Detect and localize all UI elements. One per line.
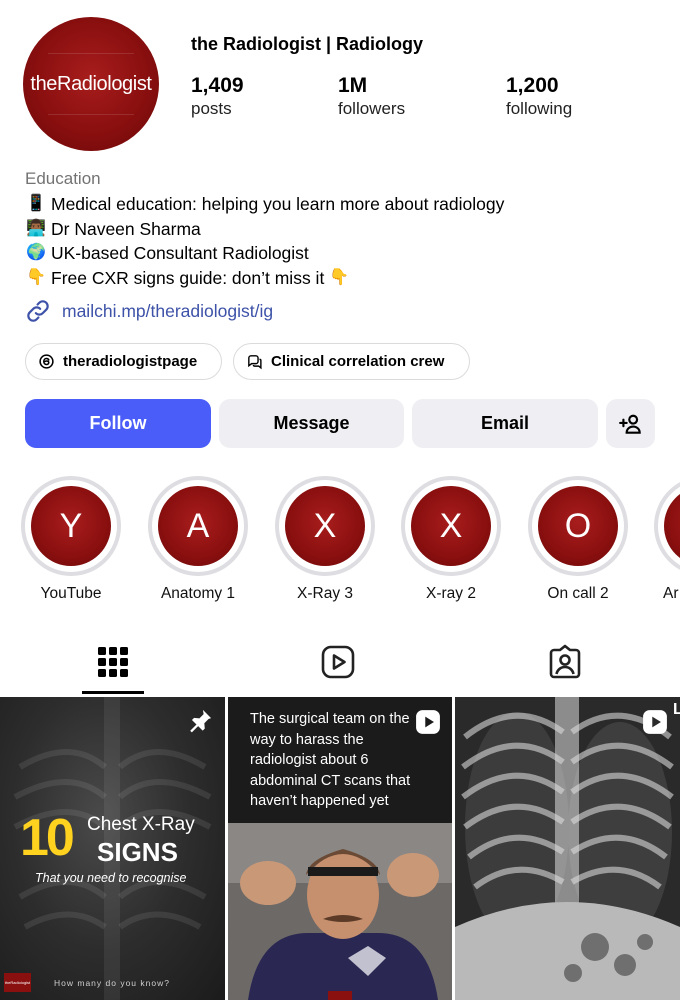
add-user-icon xyxy=(618,414,641,434)
highlight-ring: Y xyxy=(21,476,121,576)
technologist-emoji-icon: 👨🏾‍💻 xyxy=(26,219,46,237)
followers-label: followers xyxy=(338,99,406,118)
highlight-x-ray-3[interactable]: X X-Ray 3 xyxy=(275,476,375,603)
broadcast-channel-chip[interactable]: Clinical correlation crew xyxy=(233,343,470,380)
grid-icon xyxy=(98,647,128,677)
stat-posts[interactable]: 1,409 posts xyxy=(191,74,244,120)
email-button[interactable]: Email xyxy=(412,399,598,448)
highlight-cover: Y xyxy=(31,486,111,566)
chest-xray-image xyxy=(455,697,680,1000)
threads-chip-label: theradiologistpage xyxy=(63,353,198,370)
tab-posts-grid[interactable] xyxy=(95,644,131,680)
stat-following[interactable]: 1,200 following xyxy=(506,74,572,120)
highlight-label: YouTube xyxy=(40,585,102,602)
bio-text: Dr Naveen Sharma xyxy=(51,218,201,239)
highlight-partial[interactable]: Ar xyxy=(654,476,680,603)
post-corner-text: L xyxy=(673,701,680,718)
highlight-ring: X xyxy=(401,476,501,576)
highlight-cover: X xyxy=(285,486,365,566)
message-button[interactable]: Message xyxy=(219,399,404,448)
followers-count: 1M xyxy=(338,74,368,97)
highlight-anatomy-1[interactable]: A Anatomy 1 xyxy=(148,476,248,603)
post-caption: The surgical team on the way to harass t… xyxy=(250,711,411,810)
globe-emoji-icon: 🌍 xyxy=(26,244,46,261)
bio-line: 👇 Free CXR signs guide: don’t miss it 👇 xyxy=(25,266,504,291)
posts-count: 1,409 xyxy=(191,74,244,97)
tagged-icon xyxy=(549,644,581,679)
bio-link[interactable]: mailchi.mp/theradiologist/ig xyxy=(25,298,273,324)
threads-chip[interactable]: theradiologistpage xyxy=(25,343,222,380)
post-number: 10 xyxy=(20,809,75,867)
grid-post[interactable]: L xyxy=(455,697,680,1000)
highlight-ring: X xyxy=(275,476,375,576)
highlight-label: X-ray 2 xyxy=(426,585,476,602)
grid-post[interactable]: 10 Chest X-Ray SIGNS That you need to re… xyxy=(0,697,225,1000)
grid-post[interactable]: The surgical team on the way to harass t… xyxy=(228,697,452,1000)
bio-text: UK-based Consultant Radiologist xyxy=(51,243,309,263)
follow-button[interactable]: Follow xyxy=(25,399,211,448)
following-label: following xyxy=(506,99,573,118)
posts-label: posts xyxy=(191,99,232,118)
profile-name: the Radiologist | Radiology xyxy=(191,34,424,54)
bio: 📱 Medical education: helping you learn m… xyxy=(25,192,504,290)
highlight-cover: O xyxy=(538,486,618,566)
highlight-label: Ar xyxy=(663,585,679,602)
highlight-ring: O xyxy=(528,476,628,576)
broadcast-channel-icon xyxy=(248,355,262,370)
post-title: Chest X-Ray xyxy=(87,814,195,835)
bio-line: 🌍 UK-based Consultant Radiologist xyxy=(25,241,504,266)
profile-avatar[interactable]: theRadiologist xyxy=(23,17,159,151)
broadcast-channel-label: Clinical correlation crew xyxy=(271,353,445,370)
reel-icon xyxy=(643,710,667,734)
reel-icon xyxy=(416,710,440,734)
highlight-label: X-Ray 3 xyxy=(297,585,353,602)
stat-followers[interactable]: 1M followers xyxy=(338,74,405,120)
post-title-emphasis: SIGNS xyxy=(97,837,178,867)
post-photo xyxy=(228,823,452,1000)
highlight-cover: X xyxy=(411,486,491,566)
tab-reels[interactable] xyxy=(320,644,356,680)
bio-text: Free CXR signs guide: don’t miss it xyxy=(51,267,325,288)
link-icon xyxy=(27,300,49,322)
highlight-x-ray-2[interactable]: X X-ray 2 xyxy=(401,476,501,603)
highlight-ring xyxy=(654,476,680,576)
bio-line: 📱 Medical education: helping you learn m… xyxy=(25,192,504,217)
profile-category: Education xyxy=(25,169,101,188)
point-down-emoji-icon: 👇 xyxy=(26,268,46,286)
following-count: 1,200 xyxy=(506,74,559,97)
reels-icon xyxy=(321,645,355,679)
point-down-emoji-icon: 👇 xyxy=(329,268,350,286)
bio-line: 👨🏾‍💻 Dr Naveen Sharma xyxy=(25,217,504,242)
person-photo xyxy=(228,823,452,1000)
post-footer: How many do you know? xyxy=(54,978,170,988)
pin-icon xyxy=(190,709,212,733)
brand-logo: theRadiologist xyxy=(4,973,31,992)
highlight-on-call-2[interactable]: O On call 2 xyxy=(528,476,628,603)
tab-tagged[interactable] xyxy=(547,644,583,680)
post-subtitle: That you need to recognise xyxy=(35,871,187,885)
bio-link-text: mailchi.mp/theradiologist/ig xyxy=(62,300,274,321)
threads-icon xyxy=(39,354,54,369)
highlight-cover: A xyxy=(158,486,238,566)
highlight-youtube[interactable]: Y YouTube xyxy=(21,476,121,603)
phone-emoji-icon: 📱 xyxy=(26,195,46,212)
bio-text: Medical education: helping you learn mor… xyxy=(51,194,505,214)
add-user-button[interactable] xyxy=(606,399,655,448)
highlight-cover xyxy=(664,486,680,566)
avatar-text: theRadiologist xyxy=(30,72,152,95)
highlight-ring: A xyxy=(148,476,248,576)
active-tab-indicator xyxy=(82,691,144,694)
highlight-label: On call 2 xyxy=(547,585,609,602)
highlight-label: Anatomy 1 xyxy=(160,585,236,602)
